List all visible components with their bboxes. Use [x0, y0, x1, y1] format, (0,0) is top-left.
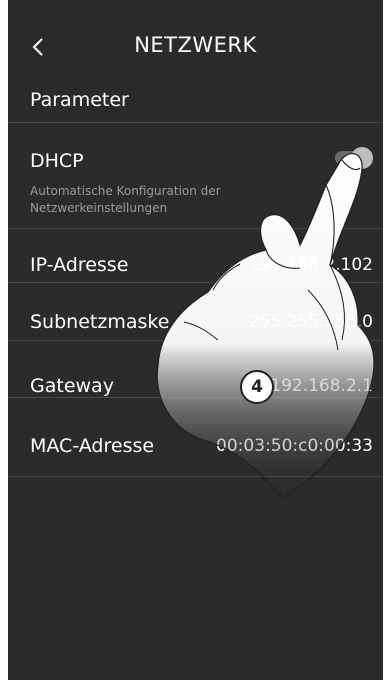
- page-title: NETZWERK: [134, 33, 257, 57]
- mac-address-row: MAC-Adresse 00:03:50:c0:00:33: [8, 397, 383, 477]
- dhcp-label: DHCP: [30, 150, 84, 172]
- mac-address-label: MAC-Adresse: [30, 435, 155, 457]
- mac-address-value: 00:03:50:c0:00:33: [216, 436, 373, 456]
- section-title: Parameter: [30, 89, 129, 111]
- dhcp-toggle[interactable]: [331, 147, 373, 169]
- device-screen: NETZWERK Parameter DHCP Automatische Kon…: [8, 0, 383, 680]
- gateway-label: Gateway: [30, 375, 114, 397]
- dhcp-row: DHCP Automatische Konfiguration der Netz…: [8, 122, 383, 228]
- dhcp-description: Automatische Konfiguration der Netzwerke…: [30, 184, 221, 215]
- ip-address-value: 192.168.2.102: [248, 255, 373, 275]
- gateway-value: 192.168.2.1: [270, 376, 373, 396]
- subnet-mask-label: Subnetzmaske: [30, 311, 170, 333]
- gateway-row: Gateway 192.168.2.1: [8, 340, 383, 397]
- subnet-mask-value: 255.255.255.0: [248, 312, 373, 332]
- subnet-mask-row: Subnetzmaske 255.255.255.0: [8, 282, 383, 340]
- ip-address-label: IP-Adresse: [30, 254, 129, 276]
- ip-address-row: IP-Adresse 192.168.2.102: [8, 228, 383, 282]
- header-bar: NETZWERK: [8, 0, 383, 88]
- toggle-knob: [351, 147, 373, 169]
- step-number-badge: 4: [240, 370, 274, 404]
